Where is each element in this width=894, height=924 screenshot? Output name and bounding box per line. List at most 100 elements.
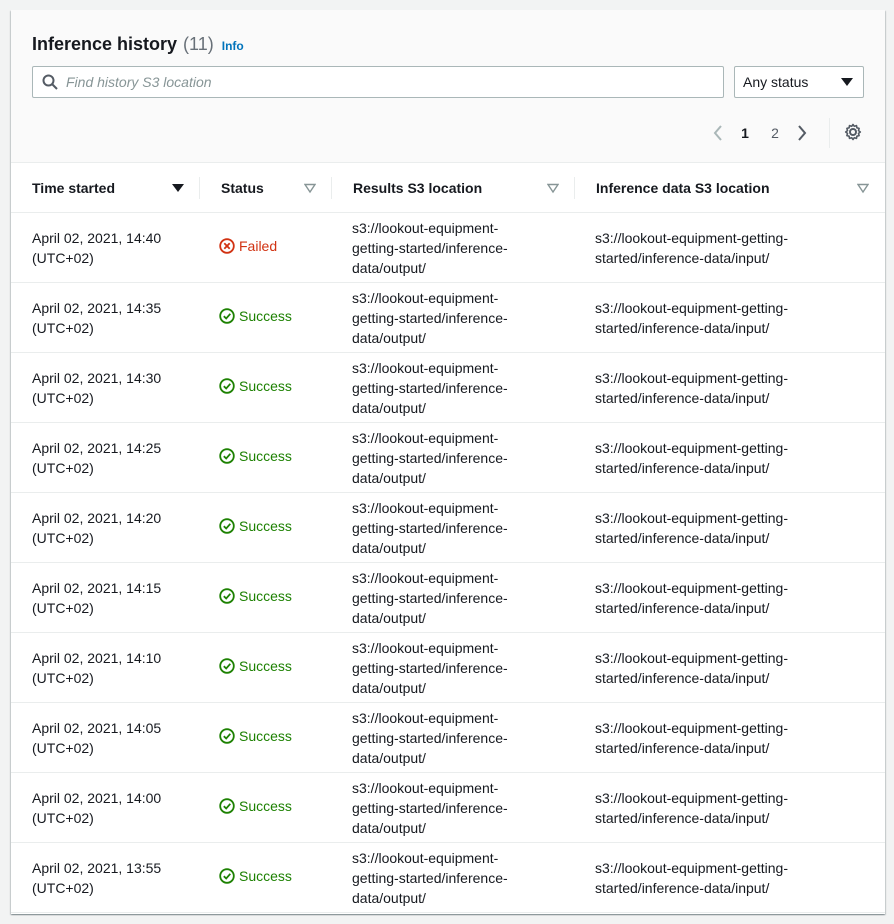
next-page-icon[interactable]: [790, 121, 814, 145]
time-started: April 02, 2021, 14:25: [32, 439, 162, 456]
results-s3-line: getting-started/inference-: [352, 659, 508, 676]
inference-data-s3-line: s3://lookout-equipment-getting-: [595, 509, 788, 526]
search-icon: [42, 74, 58, 90]
table-row[interactable]: April 02, 2021, 14:00 (UTC+02) Success s3:/…: [11, 772, 885, 843]
settings-gear-icon[interactable]: [843, 122, 863, 142]
table-row[interactable]: April 02, 2021, 14:05 (UTC+02) Success s3:/…: [11, 702, 885, 773]
column-label: Results S3 location: [353, 179, 483, 196]
results-s3-line: getting-started/inference-: [352, 379, 508, 396]
status-indicator: Failed: [219, 236, 277, 256]
results-s3-line: data/output/: [352, 819, 426, 836]
time-started: April 02, 2021, 14:05: [32, 719, 162, 736]
table-row[interactable]: April 02, 2021, 14:15 (UTC+02) Success s3:/…: [11, 562, 885, 633]
pager-divider: [829, 118, 830, 148]
timezone: (UTC+02): [32, 319, 94, 336]
results-s3-line: data/output/: [352, 259, 426, 276]
sort-icon: [304, 183, 316, 193]
time-started: April 02, 2021, 14:10: [32, 649, 162, 666]
search-placeholder: Find history S3 location: [66, 74, 212, 90]
table-row[interactable]: April 02, 2021, 14:40 (UTC+02) Failed s3://…: [11, 212, 885, 283]
status-indicator: Success: [219, 726, 292, 746]
success-icon: [219, 308, 235, 324]
results-s3-line: getting-started/inference-: [352, 869, 508, 886]
table-row[interactable]: April 02, 2021, 14:10 (UTC+02) Success s3:/…: [11, 632, 885, 703]
inference-data-s3-line: started/inference-data/input/: [595, 249, 770, 266]
timezone: (UTC+02): [32, 669, 94, 686]
status-indicator: Success: [219, 376, 292, 396]
table-row[interactable]: April 02, 2021, 13:55 (UTC+02) Success s3:/…: [11, 842, 885, 913]
inference-data-s3-line: started/inference-data/input/: [595, 529, 770, 546]
results-s3-cell: s3://lookout-equipment-getting-started/i…: [332, 282, 575, 353]
results-s3-line: s3://lookout-equipment-: [352, 639, 499, 656]
timezone: (UTC+02): [32, 249, 94, 266]
status-cell: Success: [200, 632, 332, 703]
pagination: 1 2: [706, 121, 814, 145]
results-s3-line: s3://lookout-equipment-: [352, 429, 499, 446]
success-icon: [219, 868, 235, 884]
status-cell: Success: [200, 422, 332, 493]
column-label: Status: [221, 179, 264, 196]
status-cell: Failed: [200, 212, 332, 283]
column-header-time-started[interactable]: Time started: [11, 163, 200, 213]
results-s3-line: data/output/: [352, 329, 426, 346]
table-row[interactable]: April 02, 2021, 14:25 (UTC+02) Success s3:/…: [11, 422, 885, 493]
previous-page-icon[interactable]: [706, 121, 730, 145]
results-s3-cell: s3://lookout-equipment-getting-started/i…: [332, 632, 575, 703]
inference-data-s3-line: started/inference-data/input/: [595, 459, 770, 476]
inference-data-s3-line: started/inference-data/input/: [595, 739, 770, 756]
results-s3-line: data/output/: [352, 469, 426, 486]
results-s3-line: data/output/: [352, 749, 426, 766]
table-body: April 02, 2021, 14:40 (UTC+02) Failed s3://…: [11, 212, 885, 913]
table-row[interactable]: April 02, 2021, 14:35 (UTC+02) Success s3:/…: [11, 282, 885, 353]
page-1[interactable]: 1: [730, 125, 760, 141]
timezone: (UTC+02): [32, 739, 94, 756]
time-started: April 02, 2021, 14:00: [32, 789, 162, 806]
error-icon: [219, 238, 235, 254]
inference-data-s3-line: started/inference-data/input/: [595, 809, 770, 826]
inference-history-table: Time started Status Results S3 location: [11, 163, 885, 913]
column-label: Inference data S3 location: [596, 179, 770, 196]
inference-data-s3-line: s3://lookout-equipment-getting-: [595, 789, 788, 806]
inference-data-s3-cell: s3://lookout-equipment-getting-started/i…: [575, 422, 885, 493]
inference-data-s3-line: s3://lookout-equipment-getting-: [595, 229, 788, 246]
success-icon: [219, 658, 235, 674]
results-s3-line: s3://lookout-equipment-: [352, 709, 499, 726]
table-row[interactable]: April 02, 2021, 14:30 (UTC+02) Success s3:/…: [11, 352, 885, 423]
inference-data-s3-cell: s3://lookout-equipment-getting-started/i…: [575, 772, 885, 843]
column-header-status[interactable]: Status: [200, 163, 332, 213]
time-started: April 02, 2021, 13:55: [32, 859, 162, 876]
timezone: (UTC+02): [32, 599, 94, 616]
results-s3-line: getting-started/inference-: [352, 239, 508, 256]
page-2[interactable]: 2: [760, 125, 790, 141]
results-s3-line: data/output/: [352, 539, 426, 556]
inference-data-s3-line: s3://lookout-equipment-getting-: [595, 439, 788, 456]
time-started-cell: April 02, 2021, 14:20 (UTC+02): [11, 492, 200, 563]
time-started-cell: April 02, 2021, 14:15 (UTC+02): [11, 562, 200, 633]
results-s3-line: getting-started/inference-: [352, 519, 508, 536]
info-link[interactable]: Info: [222, 39, 244, 53]
status-text: Success: [239, 658, 292, 674]
results-s3-line: getting-started/inference-: [352, 449, 508, 466]
status-indicator: Success: [219, 586, 292, 606]
timezone: (UTC+02): [32, 879, 94, 896]
inference-data-s3-line: s3://lookout-equipment-getting-: [595, 369, 788, 386]
results-s3-line: data/output/: [352, 889, 426, 906]
results-s3-line: s3://lookout-equipment-: [352, 499, 499, 516]
status-cell: Success: [200, 702, 332, 773]
column-header-results-s3[interactable]: Results S3 location: [332, 163, 575, 213]
results-s3-line: s3://lookout-equipment-: [352, 779, 499, 796]
column-header-inference-data-s3[interactable]: Inference data S3 location: [575, 163, 885, 213]
time-started-cell: April 02, 2021, 14:25 (UTC+02): [11, 422, 200, 493]
inference-data-s3-line: s3://lookout-equipment-getting-: [595, 579, 788, 596]
search-input[interactable]: Find history S3 location: [32, 66, 724, 98]
status-indicator: Success: [219, 446, 292, 466]
success-icon: [219, 518, 235, 534]
inference-data-s3-cell: s3://lookout-equipment-getting-started/i…: [575, 702, 885, 773]
table-row[interactable]: April 02, 2021, 14:20 (UTC+02) Success s3:/…: [11, 492, 885, 563]
status-filter-select[interactable]: Any status: [734, 66, 864, 98]
results-s3-line: data/output/: [352, 609, 426, 626]
results-s3-line: s3://lookout-equipment-: [352, 359, 499, 376]
inference-data-s3-line: s3://lookout-equipment-getting-: [595, 859, 788, 876]
timezone: (UTC+02): [32, 389, 94, 406]
results-s3-cell: s3://lookout-equipment-getting-started/i…: [332, 352, 575, 423]
